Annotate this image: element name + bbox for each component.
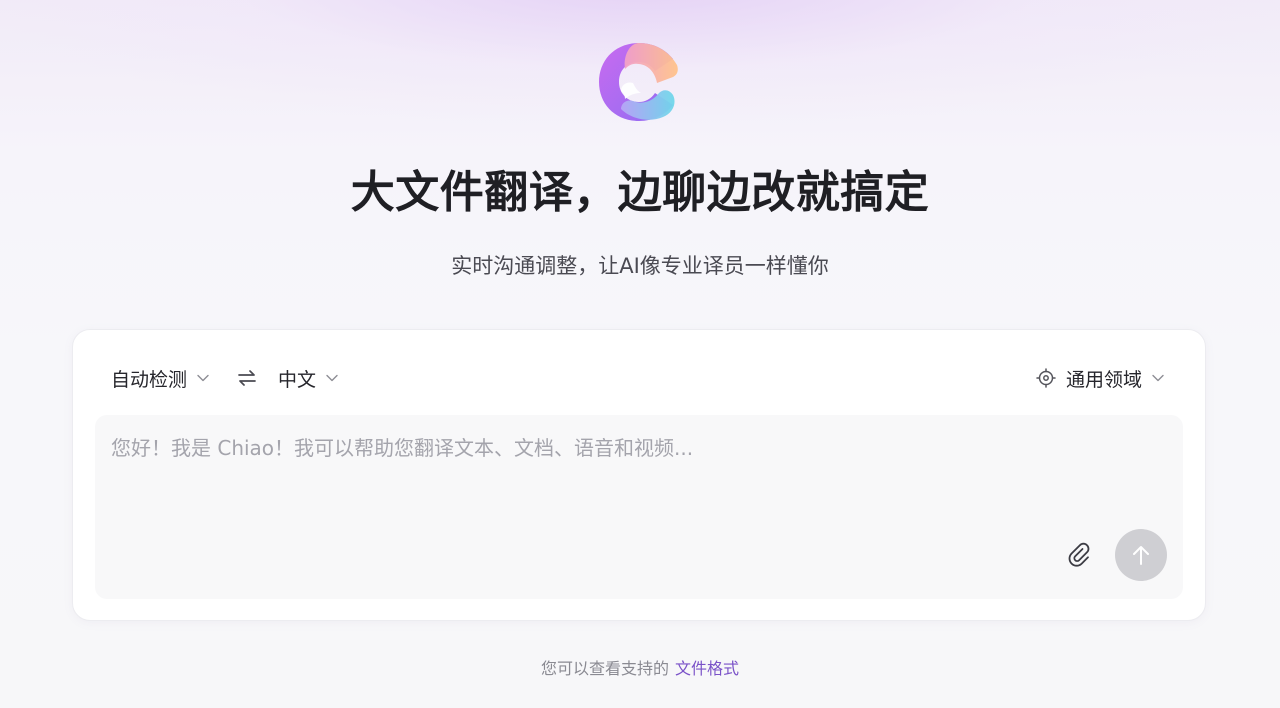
swap-arrows-icon[interactable] xyxy=(236,367,258,389)
supported-formats-note: 您可以查看支持的 文件格式 xyxy=(0,657,1280,681)
chevron-down-icon xyxy=(197,374,209,382)
domain-label: 通用领域 xyxy=(1065,368,1142,391)
paperclip-icon[interactable] xyxy=(1065,540,1093,568)
translation-input[interactable] xyxy=(111,433,1151,523)
page-subtitle: 实时沟通调整，让AI像专业译员一样懂你 xyxy=(451,254,829,278)
domain-select[interactable]: 通用领域 xyxy=(1036,363,1165,393)
chevron-down-icon xyxy=(326,374,338,382)
language-bar: 自动检测 中文 xyxy=(111,363,339,393)
page-title: 大文件翻译，边聊边改就搞定 xyxy=(350,167,930,218)
translation-card: 自动检测 中文 通用领域 xyxy=(72,329,1206,621)
target-icon xyxy=(1036,368,1056,388)
chiao-logo-icon xyxy=(599,43,678,121)
translation-input-area xyxy=(95,415,1183,599)
file-formats-link[interactable]: 文件格式 xyxy=(675,659,739,678)
target-language-label: 中文 xyxy=(278,368,317,391)
target-language-select[interactable]: 中文 xyxy=(278,365,339,392)
source-language-select[interactable]: 自动检测 xyxy=(111,365,210,392)
supported-formats-text: 您可以查看支持的 xyxy=(540,659,669,678)
arrow-up-icon xyxy=(1133,546,1149,565)
send-button[interactable] xyxy=(1115,529,1167,581)
source-language-label: 自动检测 xyxy=(111,368,188,391)
chevron-down-icon xyxy=(1152,374,1164,382)
